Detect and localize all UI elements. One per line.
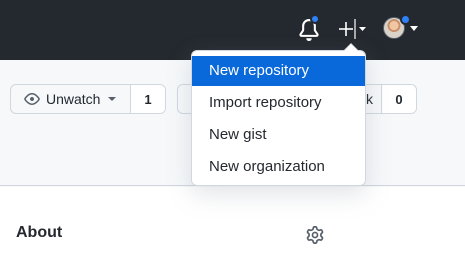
main-content [0,187,465,258]
unwatch-label: Unwatch [46,91,101,107]
plus-icon [339,22,353,36]
notification-badge [310,14,320,24]
create-new-button[interactable] [336,16,370,42]
gear-icon[interactable] [306,226,324,244]
eye-icon [24,93,40,105]
avatar-status-badge [400,14,411,25]
unwatch-button[interactable]: Unwatch [11,85,131,113]
chevron-down-icon [108,97,117,101]
menu-item-import-repository[interactable]: Import repository [192,88,365,118]
second-count[interactable]: 0 [382,85,416,113]
watch-count[interactable]: 1 [131,85,165,113]
chevron-down-icon [359,27,366,31]
menu-item-new-organization[interactable]: New organization [192,152,365,182]
menu-item-new-repository[interactable]: New repository [192,56,365,86]
watch-button-group: Unwatch 1 [10,84,166,114]
create-new-dropdown: New repository Import repository New gis… [191,43,366,186]
chevron-down-icon[interactable] [410,26,418,31]
about-heading: About [16,224,63,241]
partial-label: k [366,91,373,107]
menu-item-new-gist[interactable]: New gist [192,120,365,150]
